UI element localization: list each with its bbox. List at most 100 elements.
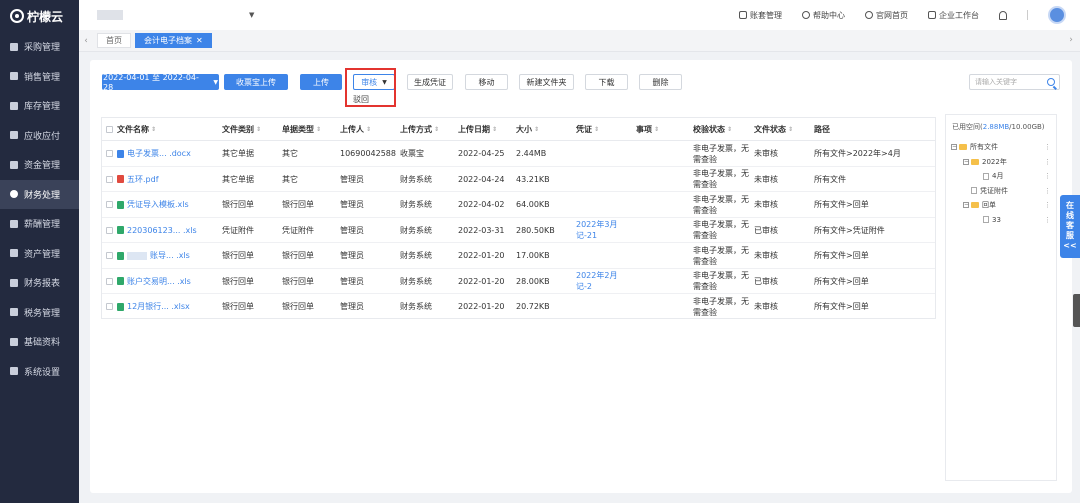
caret-down-icon[interactable]: ▼ xyxy=(249,11,254,19)
file-name-link[interactable]: 账导... .xls xyxy=(150,250,190,261)
search-input[interactable]: 请输入关键字 xyxy=(969,74,1060,90)
sort-icon[interactable]: ⇕ xyxy=(534,126,539,133)
table-row[interactable]: 账导... .xls 银行回单 银行回单 管理员 财务系统 2022-01-20 17.00… xyxy=(102,243,935,269)
sidebar-item-8[interactable]: 财务报表 xyxy=(0,268,79,298)
tree-node[interactable]: 33 ⋮ xyxy=(946,214,1056,226)
tab-home[interactable]: 首页 xyxy=(97,33,131,48)
column-header[interactable]: 校验状态 ⇕ xyxy=(693,118,753,141)
receipt-upload-button[interactable]: 收票宝上传 xyxy=(224,74,288,90)
column-header[interactable]: 单据类型 ⇕ xyxy=(282,118,338,141)
sidebar-item-2[interactable]: 库存管理 xyxy=(0,91,79,121)
tree-node[interactable]: 凭证附件 ⋮ xyxy=(946,185,1056,197)
sort-icon[interactable]: ⇕ xyxy=(316,126,321,133)
file-name-link[interactable]: 五环.pdf xyxy=(127,174,159,185)
cell-voucher[interactable] xyxy=(576,192,634,217)
sort-icon[interactable]: ⇕ xyxy=(434,126,439,133)
cell-voucher[interactable] xyxy=(576,167,634,192)
cell-name[interactable]: 五环.pdf xyxy=(117,167,229,192)
top-link-account-sets[interactable]: 账套管理 xyxy=(739,10,782,21)
sidebar-item-10[interactable]: 基础资料 xyxy=(0,327,79,357)
row-checkbox[interactable] xyxy=(106,201,113,208)
cell-voucher[interactable] xyxy=(576,243,634,268)
column-header[interactable]: 事项 ⇕ xyxy=(636,118,691,141)
collapse-toggle-icon[interactable]: − xyxy=(963,158,969,165)
sidebar-item-5[interactable]: 财务处理 xyxy=(0,179,79,209)
tab-e-archive[interactable]: 会计电子档案 ✕ xyxy=(135,33,212,48)
tab-scroll-left-icon[interactable]: ‹ xyxy=(79,36,93,46)
sort-icon[interactable]: ⇕ xyxy=(492,126,497,133)
bell-icon[interactable] xyxy=(999,10,1007,20)
collapse-toggle-icon[interactable]: − xyxy=(963,202,969,208)
file-name-link[interactable]: 12月银行... .xlsx xyxy=(127,301,190,312)
more-icon[interactable]: ⋮ xyxy=(1044,158,1051,166)
column-header[interactable]: 文件状态 ⇕ xyxy=(754,118,812,141)
reject-menu-item[interactable]: 驳回 xyxy=(353,94,369,105)
column-header[interactable]: 文件类别 ⇕ xyxy=(222,118,280,141)
sidebar-item-11[interactable]: 系统设置 xyxy=(0,357,79,387)
more-icon[interactable]: ⋮ xyxy=(1044,216,1051,224)
sidebar-item-7[interactable]: 资产管理 xyxy=(0,239,79,269)
tab-scroll-right-icon[interactable]: › xyxy=(1064,35,1078,45)
sidebar-item-1[interactable]: 销售管理 xyxy=(0,62,79,92)
close-icon[interactable]: ✕ xyxy=(196,36,203,45)
more-icon[interactable]: ⋮ xyxy=(1044,187,1051,195)
sidebar-item-4[interactable]: 资金管理 xyxy=(0,150,79,180)
voucher-link[interactable]: 2022年2月记-2 xyxy=(576,270,626,292)
upload-button[interactable]: 上传 xyxy=(300,74,342,90)
sidebar-item-6[interactable]: 薪酬管理 xyxy=(0,209,79,239)
date-range-picker[interactable]: 2022-04-01 至 2022-04-28 ▼ xyxy=(102,73,219,92)
table-row[interactable]: 220306123... .xls 凭证附件 凭证附件 管理员 财务系统 2022-03-… xyxy=(102,218,935,243)
file-name-link[interactable]: 凭证导入模板.xls xyxy=(127,199,189,210)
avatar[interactable] xyxy=(1048,6,1066,24)
sort-icon[interactable]: ⇕ xyxy=(256,126,261,133)
sort-icon[interactable]: ⇕ xyxy=(788,126,793,133)
collapse-toggle-icon[interactable]: − xyxy=(951,144,957,150)
tree-node[interactable]: − 回单 ⋮ xyxy=(946,199,1056,211)
file-name-link[interactable]: 账户交易明... .xls xyxy=(127,276,191,287)
column-header[interactable]: 上传日期 ⇕ xyxy=(458,118,514,141)
cell-name[interactable]: 12月银行... .xlsx xyxy=(117,294,229,319)
sort-icon[interactable]: ⇕ xyxy=(654,126,659,133)
file-name-link[interactable]: 电子发票... .docx xyxy=(127,148,191,159)
more-icon[interactable]: ⋮ xyxy=(1044,143,1051,151)
sort-icon[interactable]: ⇕ xyxy=(594,126,599,133)
cell-name[interactable]: 账户交易明... .xls xyxy=(117,269,229,294)
online-service-tab[interactable]: 在线客服 << xyxy=(1060,195,1080,258)
row-checkbox[interactable] xyxy=(106,252,113,259)
row-checkbox[interactable] xyxy=(106,226,113,234)
top-link-help[interactable]: 帮助中心 xyxy=(802,10,845,21)
top-link-homepage[interactable]: 官网首页 xyxy=(865,10,908,21)
table-row[interactable]: 电子发票... .docx 其它单据 其它 10690042588 收票宝 2022-04… xyxy=(102,141,935,167)
row-checkbox[interactable] xyxy=(106,175,113,183)
column-header[interactable]: 大小 ⇕ xyxy=(516,118,574,141)
new-folder-button[interactable]: 新建文件夹 xyxy=(519,74,574,90)
column-header[interactable]: 上传方式 ⇕ xyxy=(400,118,456,141)
cell-voucher[interactable] xyxy=(576,141,634,166)
sidebar-item-3[interactable]: 应收应付 xyxy=(0,121,79,151)
search-icon[interactable] xyxy=(1047,78,1055,86)
cell-name[interactable]: 220306123... .xls xyxy=(117,218,229,243)
cell-voucher[interactable] xyxy=(576,294,634,319)
cell-name[interactable]: 电子发票... .docx xyxy=(117,141,229,166)
row-checkbox[interactable] xyxy=(106,277,113,285)
top-link-workbench[interactable]: 企业工作台 xyxy=(928,10,979,21)
company-selector[interactable] xyxy=(97,10,123,20)
table-row[interactable]: 12月银行... .xlsx 银行回单 银行回单 管理员 财务系统 2022-01-20 2… xyxy=(102,294,935,320)
cell-voucher[interactable]: 2022年2月记-2 xyxy=(576,269,634,294)
app-logo[interactable]: 柠檬云 xyxy=(0,0,79,32)
select-all-checkbox[interactable] xyxy=(106,126,113,133)
generate-voucher-button[interactable]: 生成凭证 xyxy=(407,74,453,90)
column-header[interactable]: 上传人 ⇕ xyxy=(340,118,398,141)
sort-icon[interactable]: ⇕ xyxy=(151,126,156,133)
column-header[interactable]: 文件名称 ⇕ xyxy=(117,118,229,141)
voucher-link[interactable]: 2022年3月记-21 xyxy=(576,219,626,241)
cell-voucher[interactable]: 2022年3月记-21 xyxy=(576,218,634,243)
more-icon[interactable]: ⋮ xyxy=(1044,172,1051,180)
sidebar-item-9[interactable]: 税务管理 xyxy=(0,298,79,328)
cell-name[interactable]: 凭证导入模板.xls xyxy=(117,192,229,217)
sort-icon[interactable]: ⇕ xyxy=(727,126,732,133)
column-header[interactable]: 凭证 ⇕ xyxy=(576,118,634,141)
move-button[interactable]: 移动 xyxy=(465,74,508,90)
row-checkbox[interactable] xyxy=(106,303,113,310)
more-icon[interactable]: ⋮ xyxy=(1044,201,1051,209)
